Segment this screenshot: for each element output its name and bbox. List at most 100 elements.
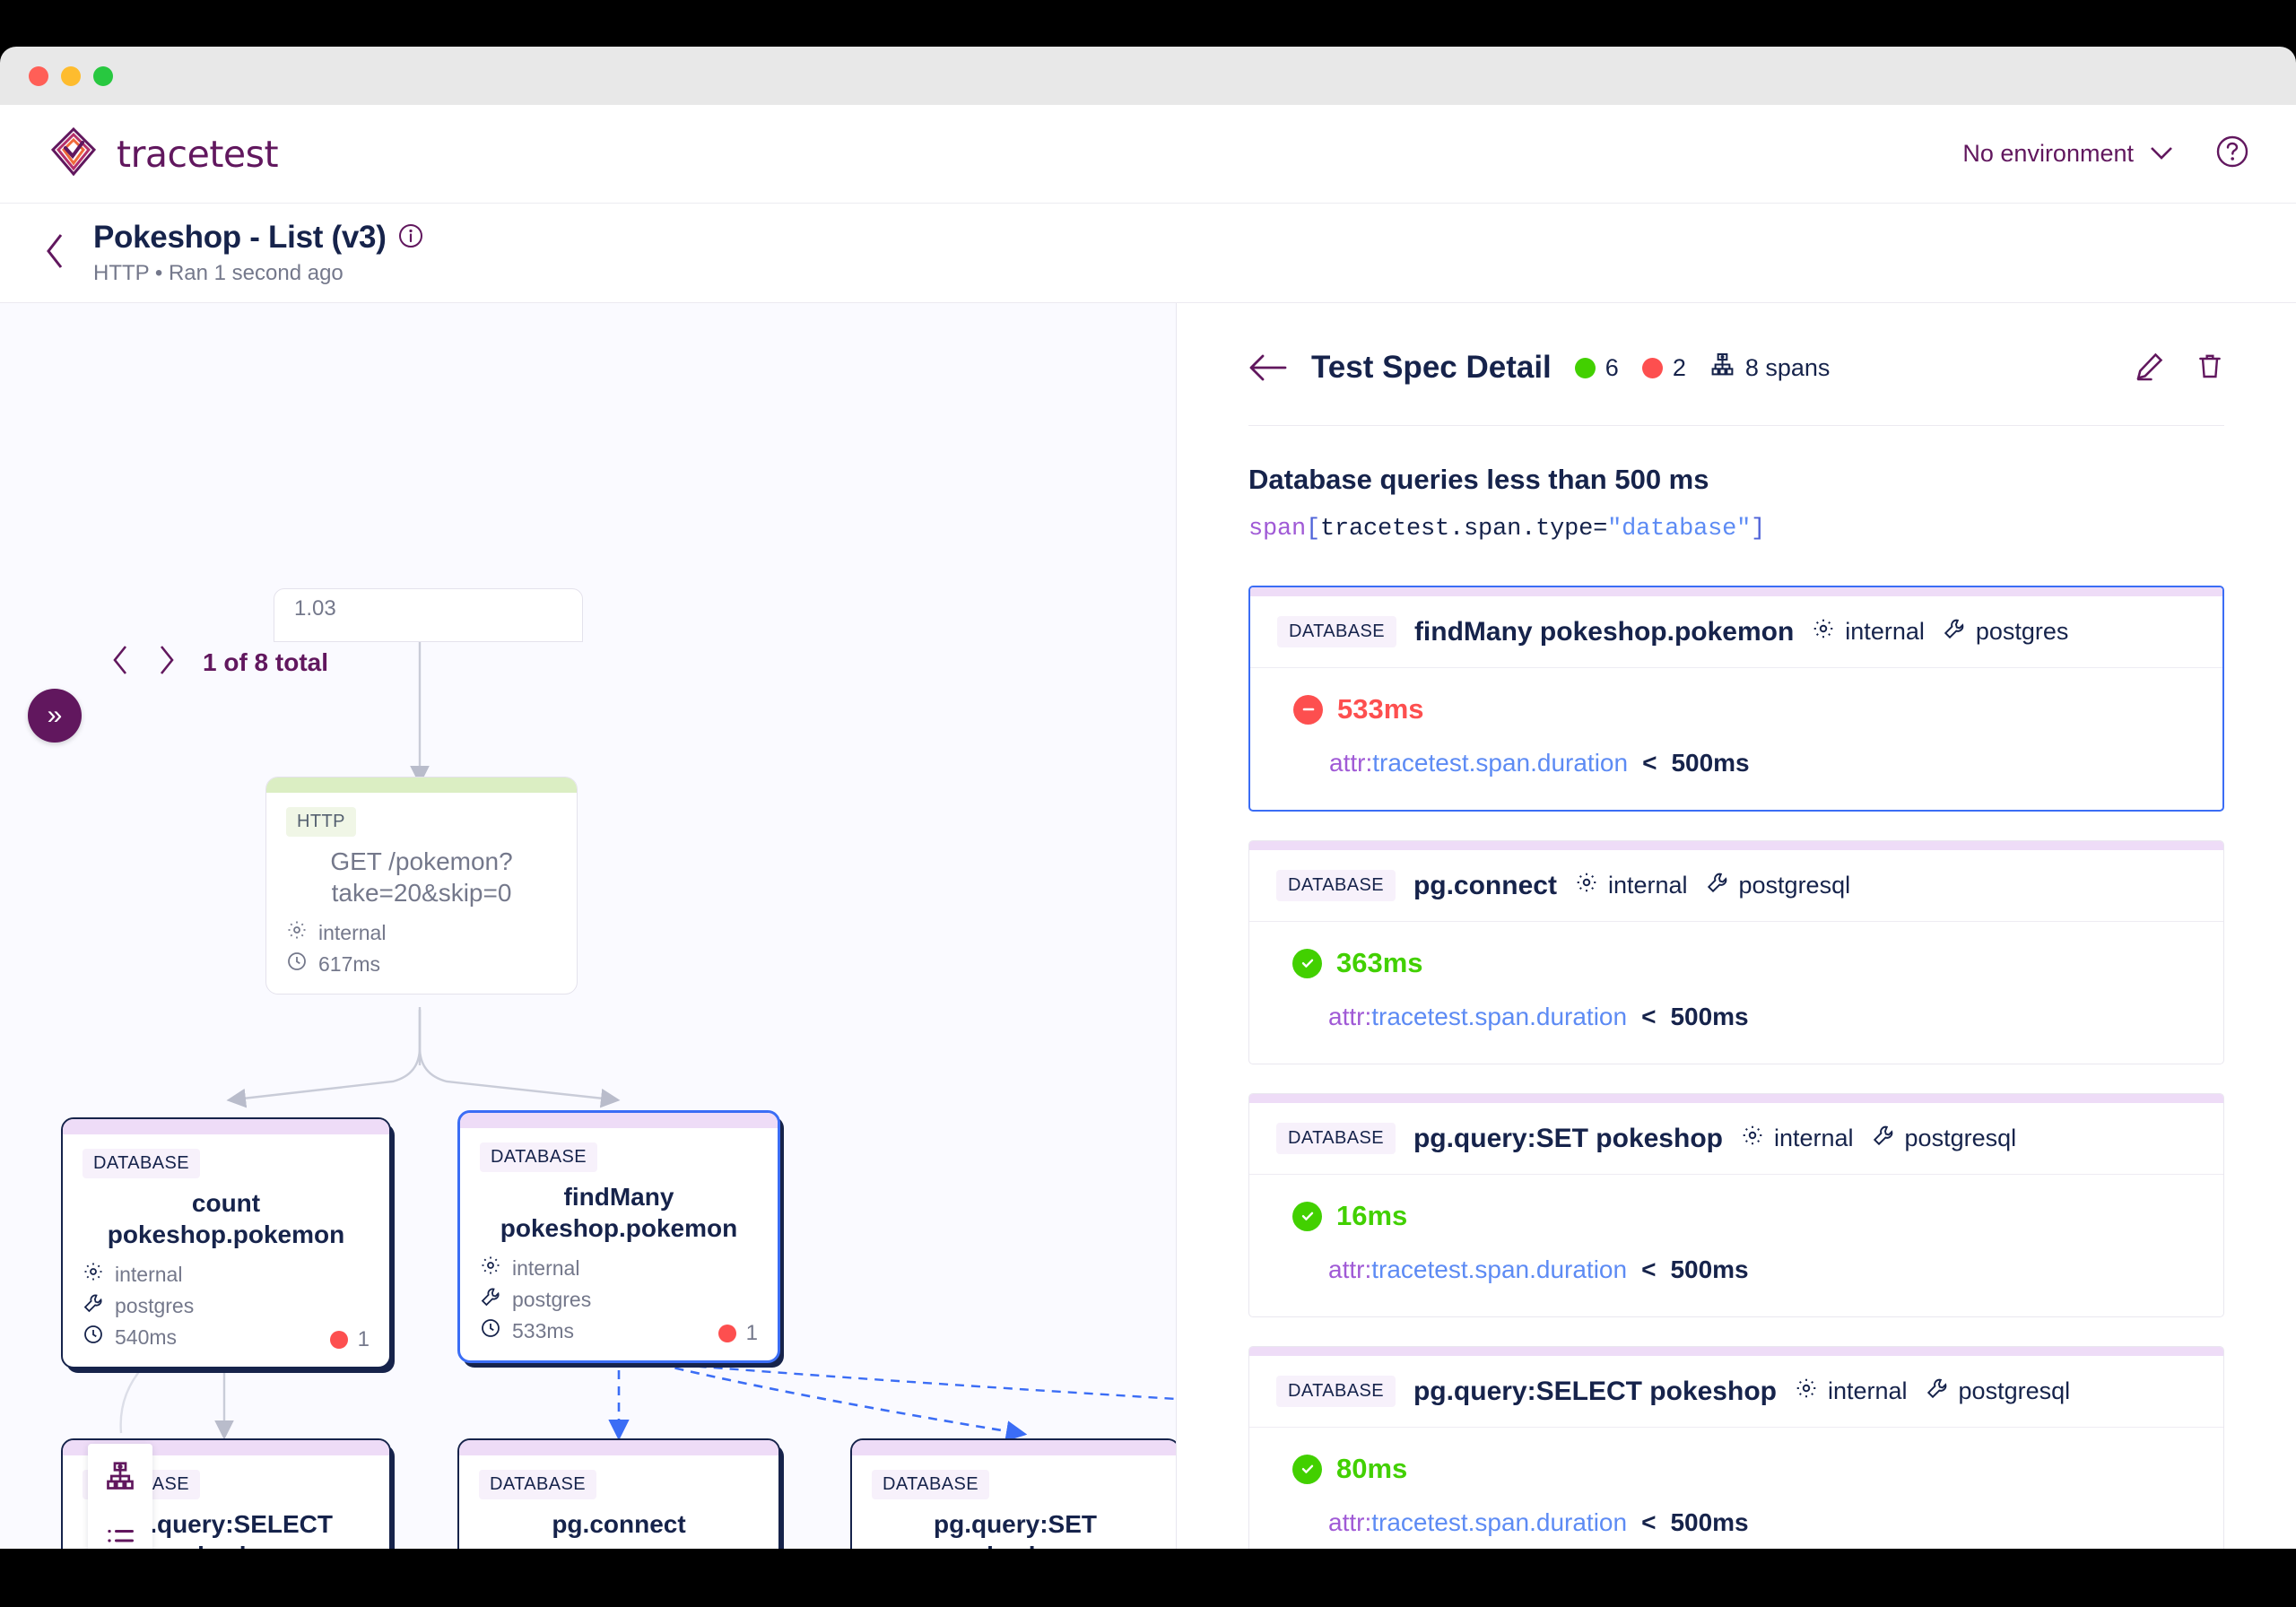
card-system-label: postgresql xyxy=(1904,1125,2017,1151)
assertion-expected: 500ms xyxy=(1670,1508,1749,1536)
trace-graph-pane[interactable]: » 1 of 8 total 1.03 HTTP GET /pokemon? t… xyxy=(0,303,1177,1549)
card-type-chip: DATABASE xyxy=(1277,616,1396,647)
assertion-title: Database queries less than 500 ms xyxy=(1248,464,1709,495)
fail-dot-icon xyxy=(329,1331,348,1349)
window-minimize-button[interactable] xyxy=(61,65,81,86)
result-card[interactable]: DATABASE pg.connect internal postgresql … xyxy=(1248,840,2224,1064)
window-maximize-button[interactable] xyxy=(93,65,113,86)
clock-icon xyxy=(480,1317,501,1344)
node-assertion-badge: 1 xyxy=(329,1327,370,1352)
graph-toolbar xyxy=(88,1444,152,1549)
page-subheader: Pokeshop - List (v3) HTTP • Ran 1 second… xyxy=(0,204,2296,303)
card-body: 80ms attr:tracetest.span.duration < 500m… xyxy=(1249,1428,2223,1549)
gear-icon xyxy=(286,919,308,946)
assertion-expression: attr:tracetest.span.duration < 500ms xyxy=(1329,749,2196,777)
node-badge-count: 1 xyxy=(357,1327,370,1351)
chevron-down-icon xyxy=(2149,140,2174,168)
detail-inner: Test Spec Detail 6 2 8 spans Database qu… xyxy=(1177,303,2296,1549)
node-type-bar xyxy=(852,1440,1176,1455)
card-header: DATABASE pg.query:SELECT pokeshop intern… xyxy=(1249,1356,2223,1428)
pager-status: 1 of 8 total xyxy=(203,647,329,676)
topnav-right-group: No environment xyxy=(1962,135,2249,173)
graph-node-http-root[interactable]: HTTP GET /pokemon? take=20&skip=0 intern… xyxy=(265,777,578,995)
pager-next-button[interactable] xyxy=(156,644,178,681)
card-service: internal xyxy=(1795,1377,1908,1406)
assertion-attribute: attr:tracetest.span.duration xyxy=(1328,1003,1628,1030)
clock-icon xyxy=(286,951,308,977)
page-subtitle: HTTP • Ran 1 second ago xyxy=(93,261,344,285)
node-title: findMany pokeshop.pokemon xyxy=(500,1183,738,1242)
card-span-name: findMany pokeshop.pokemon xyxy=(1413,616,1795,647)
list-icon[interactable] xyxy=(88,1508,152,1549)
card-header: DATABASE pg.connect internal postgresql xyxy=(1249,850,2223,922)
trash-icon[interactable] xyxy=(2196,351,2224,386)
environment-selector[interactable]: No environment xyxy=(1962,140,2174,168)
assertion-expression: attr:tracetest.span.duration < 500ms xyxy=(1328,1508,2196,1537)
back-button[interactable] xyxy=(43,231,66,275)
graph-node-connect[interactable]: DATABASE pg.connect internal xyxy=(457,1438,780,1549)
result-card[interactable]: DATABASE pg.query:SET pokeshop internal xyxy=(1248,1093,2224,1317)
graph-node-set[interactable]: DATABASE pg.query:SET pokeshop internal xyxy=(850,1438,1176,1549)
wrench-icon xyxy=(1926,1377,1949,1406)
selector-open-bracket: [ xyxy=(1306,516,1321,543)
result-value-row: 80ms xyxy=(1292,1453,2196,1485)
sitemap-icon xyxy=(1709,352,1735,384)
arrow-left-icon[interactable] xyxy=(1248,352,1288,383)
pager-prev-button[interactable] xyxy=(109,644,131,681)
assertion-expression: attr:tracetest.span.duration < 500ms xyxy=(1328,1003,2196,1031)
pass-status-icon xyxy=(1292,1454,1322,1484)
result-value-row: 533ms xyxy=(1293,693,2196,725)
expand-panel-button[interactable]: » xyxy=(28,689,82,743)
gear-icon xyxy=(83,1261,104,1288)
card-body: 16ms attr:tracetest.span.duration < 500m… xyxy=(1249,1175,2223,1316)
card-system: postgres xyxy=(1943,617,2068,647)
card-service: internal xyxy=(1812,617,1925,647)
node-body: DATABASE findMany pokeshop.pokemon inter… xyxy=(460,1128,778,1360)
node-badge-count: 1 xyxy=(745,1321,758,1345)
question-circle-icon[interactable] xyxy=(2215,135,2249,173)
node-type-chip: DATABASE xyxy=(479,1470,596,1499)
page-title-row: Pokeshop - List (v3) xyxy=(93,220,423,256)
card-body: 533ms attr:tracetest.span.duration < 500… xyxy=(1250,668,2222,810)
graph-node-findmany[interactable]: DATABASE findMany pokeshop.pokemon inter… xyxy=(457,1110,780,1363)
clipped-node-top[interactable]: 1.03 xyxy=(274,588,583,642)
node-type-bar xyxy=(266,777,577,793)
card-type-chip: DATABASE xyxy=(1276,1376,1396,1407)
card-type-bar xyxy=(1249,1094,2223,1103)
gear-icon xyxy=(1741,1124,1764,1153)
pass-status-icon xyxy=(1292,1201,1322,1231)
card-type-chip: DATABASE xyxy=(1276,1123,1396,1154)
result-value: 80ms xyxy=(1336,1453,1408,1484)
info-icon[interactable] xyxy=(398,223,423,253)
detail-actions xyxy=(2135,351,2224,386)
pencil-icon[interactable] xyxy=(2135,351,2165,386)
selector-close-bracket: ] xyxy=(1751,516,1766,543)
sitemap-icon[interactable] xyxy=(88,1444,152,1508)
assertion-attribute: attr:tracetest.span.duration xyxy=(1329,749,1629,777)
gear-icon xyxy=(1575,871,1598,900)
result-card[interactable]: DATABASE findMany pokeshop.pokemon inter… xyxy=(1248,586,2224,812)
result-value-row: 16ms xyxy=(1292,1200,2196,1232)
card-service-label: internal xyxy=(1607,872,1688,899)
node-title: count pokeshop.pokemon xyxy=(107,1189,345,1248)
detail-header: Test Spec Detail 6 2 8 spans xyxy=(1248,350,2224,386)
node-service-row: internal xyxy=(480,1255,758,1281)
graph-node-count[interactable]: DATABASE count pokeshop.pokemon internal xyxy=(61,1117,391,1368)
card-span-name: pg.connect xyxy=(1413,870,1557,900)
window-close-button[interactable] xyxy=(29,65,48,86)
card-type-bar xyxy=(1249,1347,2223,1356)
result-card[interactable]: DATABASE pg.query:SELECT pokeshop intern… xyxy=(1248,1346,2224,1549)
card-header: DATABASE findMany pokeshop.pokemon inter… xyxy=(1250,596,2222,668)
detail-title: Test Spec Detail xyxy=(1311,350,1552,385)
node-title: pg.connect xyxy=(552,1510,686,1538)
page-title: Pokeshop - List (v3) xyxy=(93,220,387,255)
brand-logo[interactable]: tracetest xyxy=(50,126,279,181)
node-duration: 533ms xyxy=(512,1318,575,1342)
test-spec-detail-pane: Test Spec Detail 6 2 8 spans Database qu… xyxy=(1177,303,2296,1549)
app-window: tracetest No environment Pokeshop - List… xyxy=(0,105,2296,1549)
card-system: postgresql xyxy=(1706,871,1850,900)
node-type-chip: DATABASE xyxy=(480,1142,597,1172)
selector-expression: span[tracetest.span.type="database"] xyxy=(1248,516,2224,543)
fail-count: 2 xyxy=(1672,353,1686,381)
pass-dot-icon xyxy=(1574,357,1596,378)
